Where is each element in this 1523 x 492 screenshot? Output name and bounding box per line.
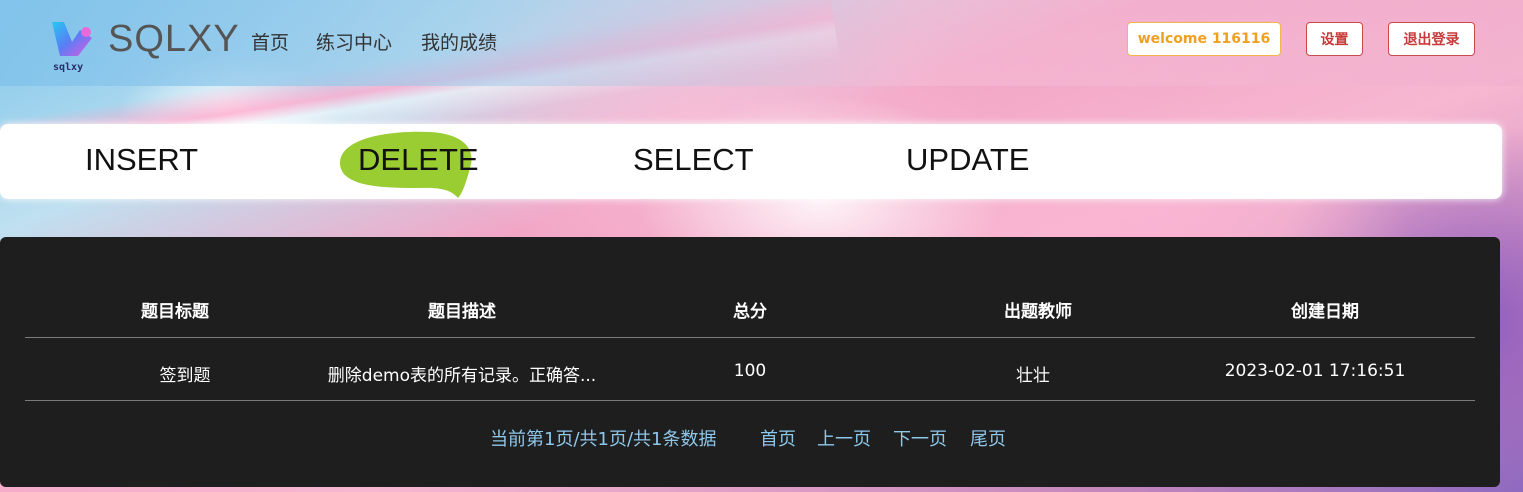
cell-teacher: 壮壮 (1016, 366, 1050, 386)
header-divider (25, 337, 1475, 338)
column-header-description: 题目描述 (428, 302, 496, 322)
settings-button[interactable]: 设置 (1306, 22, 1363, 56)
column-header-teacher: 出题教师 (1004, 302, 1072, 322)
column-header-score: 总分 (733, 302, 767, 322)
logo-icon (52, 22, 92, 56)
logout-button[interactable]: 退出登录 (1388, 22, 1475, 56)
cell-title[interactable]: 签到题 (85, 361, 285, 386)
tab-insert[interactable]: INSERT (85, 142, 198, 178)
nav-home[interactable]: 首页 (251, 28, 289, 55)
row-divider (25, 400, 1475, 401)
nav-my-scores[interactable]: 我的成绩 (421, 28, 497, 55)
cell-created-date: 2023-02-01 17:16:51 (1224, 361, 1406, 381)
welcome-user-button[interactable]: welcome 116116 (1127, 22, 1281, 56)
sql-type-tabbar: INSERT DELETE SELECT UPDATE (0, 124, 1502, 199)
column-header-created: 创建日期 (1291, 302, 1359, 322)
pagination-first-link[interactable]: 首页 (760, 425, 796, 451)
tab-select[interactable]: SELECT (633, 142, 754, 178)
pagination-prev-link[interactable]: 上一页 (817, 425, 871, 451)
pagination-last-link[interactable]: 尾页 (970, 425, 1006, 451)
brand-title[interactable]: SQLXY (108, 18, 240, 61)
tab-delete[interactable]: DELETE (358, 142, 479, 178)
logo-caption: sqlxy (53, 62, 84, 73)
pagination-next-link[interactable]: 下一页 (893, 425, 947, 451)
column-header-title: 题目标题 (141, 302, 209, 322)
question-list-panel: 题目标题 题目描述 总分 出题教师 创建日期 签到题 删除demo表的所有记录。… (0, 237, 1500, 487)
tab-update[interactable]: UPDATE (906, 142, 1029, 178)
nav-practice-center[interactable]: 练习中心 (316, 28, 392, 55)
cell-score: 100 (733, 361, 767, 381)
top-navbar: sqlxy SQLXY 首页 练习中心 我的成绩 welcome 116116 … (0, 0, 1523, 86)
cell-description: 删除demo表的所有记录。正确答... (327, 366, 597, 386)
pagination-info: 当前第1页/共1页/共1条数据 (490, 429, 717, 450)
